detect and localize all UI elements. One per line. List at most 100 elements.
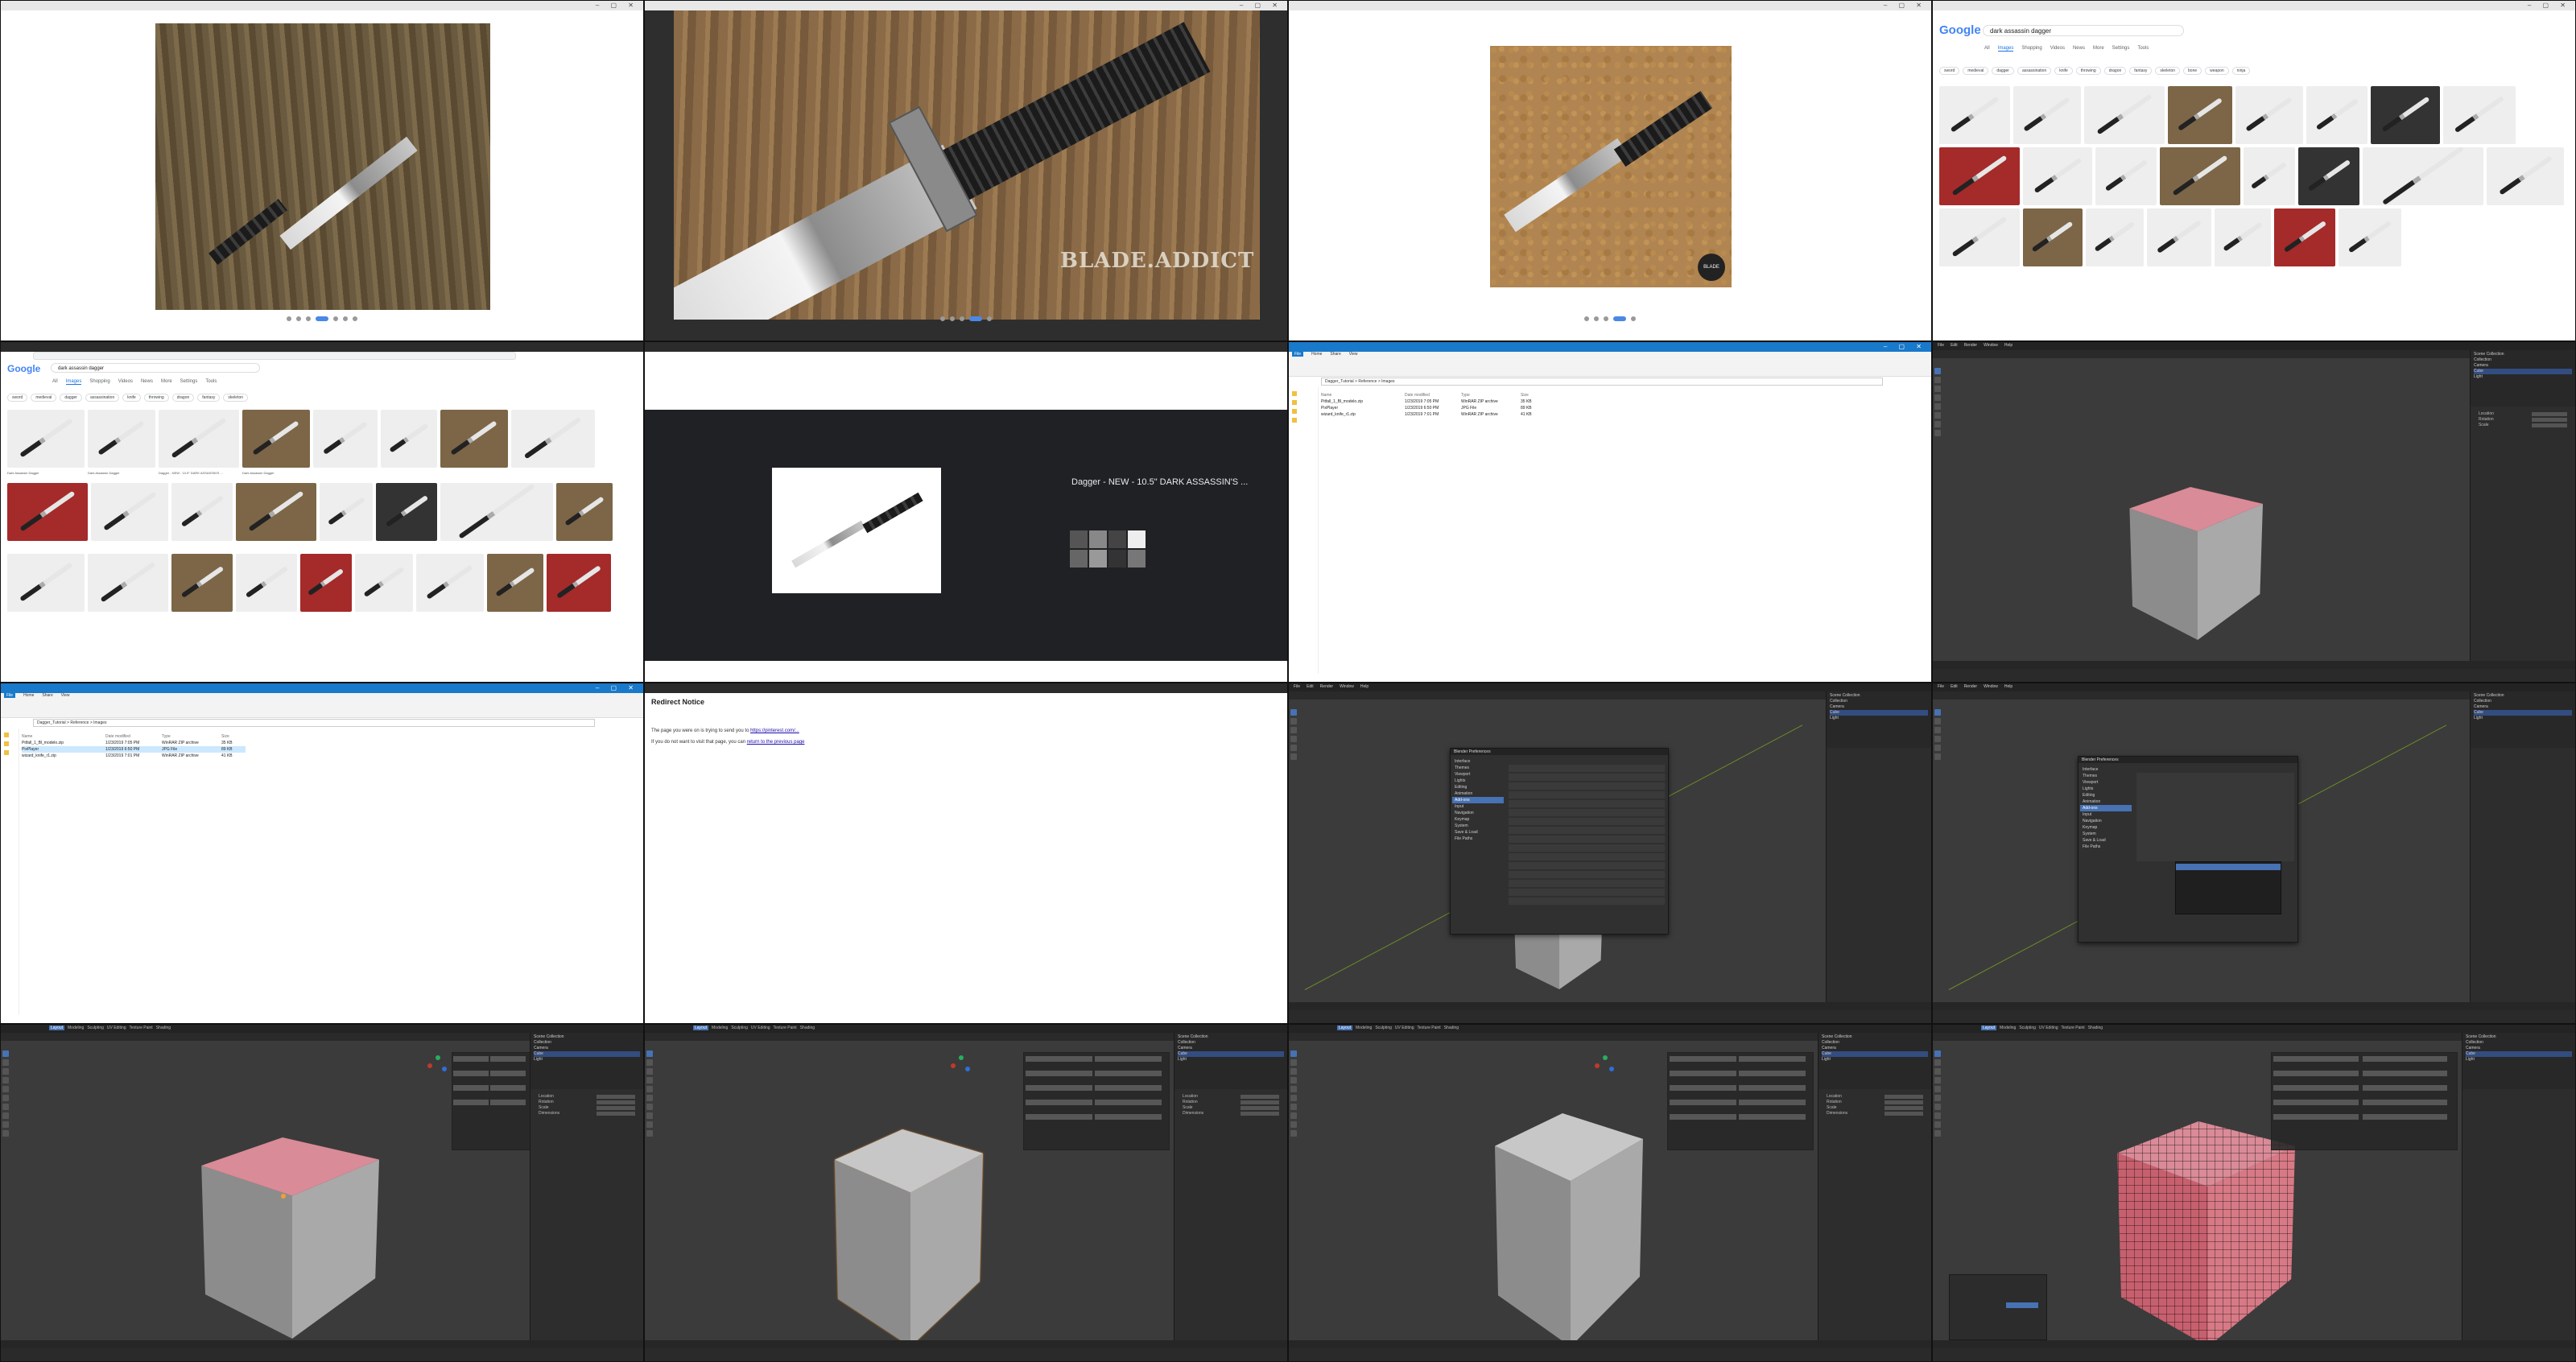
menu-edit[interactable]: Edit (1307, 684, 1314, 689)
addon-row[interactable] (1509, 782, 1665, 790)
menu-render[interactable]: Render (1964, 684, 1977, 689)
chip[interactable]: skeleton (223, 394, 249, 402)
ribbon-tab-share[interactable]: Share (1330, 352, 1340, 357)
outliner-item[interactable]: Cube (2474, 710, 2572, 716)
prefs-section[interactable]: Save & Load (2080, 837, 2132, 844)
timeline[interactable] (1933, 1002, 2575, 1010)
window-controls[interactable]: – ▢ ✕ (596, 683, 638, 693)
outliner-item[interactable]: Camera (2474, 704, 2572, 710)
col-name[interactable]: Name (1321, 392, 1393, 398)
prefs-section[interactable]: Keymap (2080, 824, 2132, 831)
related-thumb[interactable] (1089, 550, 1107, 568)
viewport-header[interactable] (1289, 691, 1827, 700)
chip[interactable]: assassination (85, 394, 120, 402)
chip[interactable]: dagger (60, 394, 82, 402)
addon-row[interactable] (1509, 765, 1665, 772)
ws-tab[interactable]: UV Editing (1395, 1026, 1414, 1030)
quick-button[interactable] (2273, 1056, 2359, 1062)
outliner-item[interactable]: Light (1830, 716, 1928, 721)
quick-button[interactable] (1739, 1100, 1806, 1105)
search-input[interactable]: dark assassin dagger (1983, 25, 2184, 36)
file-row[interactable]: wizard_knife_r1.zip 1/23/2019 7:01 PM Wi… (1321, 411, 1545, 418)
ribbon-tab-home[interactable]: Home (1311, 352, 1322, 357)
operator-redo-panel[interactable] (1949, 1274, 2047, 1340)
addon-row[interactable] (1509, 818, 1665, 825)
ws-tab[interactable]: Layout (1981, 1026, 1997, 1030)
tab-all[interactable]: All (1984, 46, 1990, 52)
ribbon-tabs[interactable]: File Home Share View (4, 693, 70, 698)
ws-tab[interactable]: Layout (693, 1026, 709, 1030)
menu-edit[interactable]: Edit (1951, 343, 1958, 348)
quick-button[interactable] (1669, 1085, 1736, 1091)
outliner-item[interactable]: Light (1822, 1057, 1928, 1063)
chip[interactable]: medieval (1963, 67, 1989, 75)
col-type[interactable]: Type (1461, 392, 1509, 398)
addon-row[interactable] (1509, 889, 1665, 896)
prop-field[interactable] (1241, 1100, 1279, 1104)
quick-button[interactable] (2362, 1085, 2448, 1091)
result-thumb[interactable] (440, 410, 508, 468)
chip[interactable]: throwing (2075, 67, 2101, 75)
addon-row[interactable] (1509, 827, 1665, 834)
prop-field[interactable] (1241, 1095, 1279, 1099)
quick-button[interactable] (490, 1100, 526, 1105)
folder-icon[interactable] (1292, 400, 1297, 405)
outliner[interactable]: Scene Collection Collection Camera Cube … (1174, 1033, 1287, 1089)
outliner-item[interactable]: Collection (1178, 1040, 1284, 1046)
outliner-item[interactable]: Scene Collection (2474, 693, 2572, 699)
workspace-tabs[interactable]: Layout Modeling Sculpting UV Editing Tex… (49, 1026, 171, 1030)
outliner-item[interactable]: Cube (1178, 1051, 1284, 1057)
result-thumb[interactable] (300, 554, 352, 612)
outliner[interactable]: Scene Collection Collection Camera Cube … (1827, 691, 1931, 748)
return-link[interactable]: return to the previous page (747, 740, 805, 745)
default-cube-selected[interactable] (822, 1129, 983, 1347)
viewer-pager[interactable] (940, 316, 992, 321)
result-thumb[interactable] (320, 483, 373, 541)
ws-tab[interactable]: UV Editing (751, 1026, 770, 1030)
tab-images[interactable]: Images (1997, 46, 2014, 52)
ws-tab[interactable]: Modeling (68, 1026, 84, 1030)
timeline[interactable] (1289, 1340, 1931, 1348)
result-thumb[interactable] (511, 410, 595, 468)
result-thumb[interactable] (2363, 147, 2483, 205)
result-thumb[interactable] (171, 483, 233, 541)
prefs-section[interactable]: System (2080, 831, 2132, 837)
result-thumb[interactable] (2095, 147, 2157, 205)
quick-button[interactable] (490, 1056, 526, 1062)
menu-file[interactable]: File (1294, 684, 1300, 689)
tab-settings[interactable]: Settings (180, 379, 198, 385)
ws-tab[interactable]: Texture Paint (130, 1026, 153, 1030)
result-caption[interactable]: Dagger - NEW - 10.5" DARK ASSASSIN'S ... (159, 471, 239, 475)
result-thumb[interactable] (2443, 86, 2516, 144)
quick-button[interactable] (2362, 1100, 2448, 1105)
outliner-item[interactable]: Collection (1830, 699, 1928, 704)
quick-button[interactable] (1669, 1100, 1736, 1105)
result-thumb[interactable] (376, 483, 437, 541)
related-thumb[interactable] (1128, 550, 1146, 568)
tab-shopping[interactable]: Shopping (2021, 46, 2041, 52)
preferences-sections[interactable]: Interface Themes Viewport Lights Editing… (1452, 758, 1504, 842)
prefs-section-active[interactable]: Add-ons (2080, 805, 2132, 811)
3d-viewport[interactable] (1933, 1041, 2462, 1347)
outliner-item[interactable]: Cube (2474, 369, 2572, 374)
result-thumb[interactable] (2339, 208, 2401, 266)
outliner-item[interactable]: Camera (534, 1046, 640, 1051)
outliner-item[interactable]: Scene Collection (2474, 352, 2572, 357)
prefs-section[interactable]: Editing (2080, 792, 2132, 799)
file-row[interactable]: Pitfall_1_Bl_modelo.zip 1/23/2019 7:05 P… (1321, 398, 1545, 405)
workspace-tabs[interactable]: Layout Modeling Sculpting UV Editing Tex… (1981, 1026, 2103, 1030)
outliner-item[interactable]: Cube (1822, 1051, 1928, 1057)
dropdown-menu[interactable] (2175, 861, 2281, 914)
file-row[interactable]: Pitfall_1_Bl_modelo.zip 1/23/2019 7:05 P… (22, 740, 246, 746)
outliner-item[interactable]: Scene Collection (1178, 1034, 1284, 1040)
workspace-tabs[interactable]: Layout Modeling Sculpting UV Editing Tex… (1337, 1026, 1459, 1030)
addon-row[interactable] (1509, 844, 1665, 852)
prefs-section[interactable]: Lights (2080, 786, 2132, 792)
ws-tab[interactable]: Shading (156, 1026, 171, 1030)
result-thumb[interactable] (2168, 86, 2232, 144)
addon-row[interactable] (1509, 836, 1665, 843)
outliner-item[interactable]: Cube (534, 1051, 640, 1057)
ribbon-tabs[interactable]: File Home Share View (1292, 352, 1358, 357)
prop-field[interactable] (1241, 1106, 1279, 1110)
tab-all[interactable]: All (52, 379, 58, 385)
